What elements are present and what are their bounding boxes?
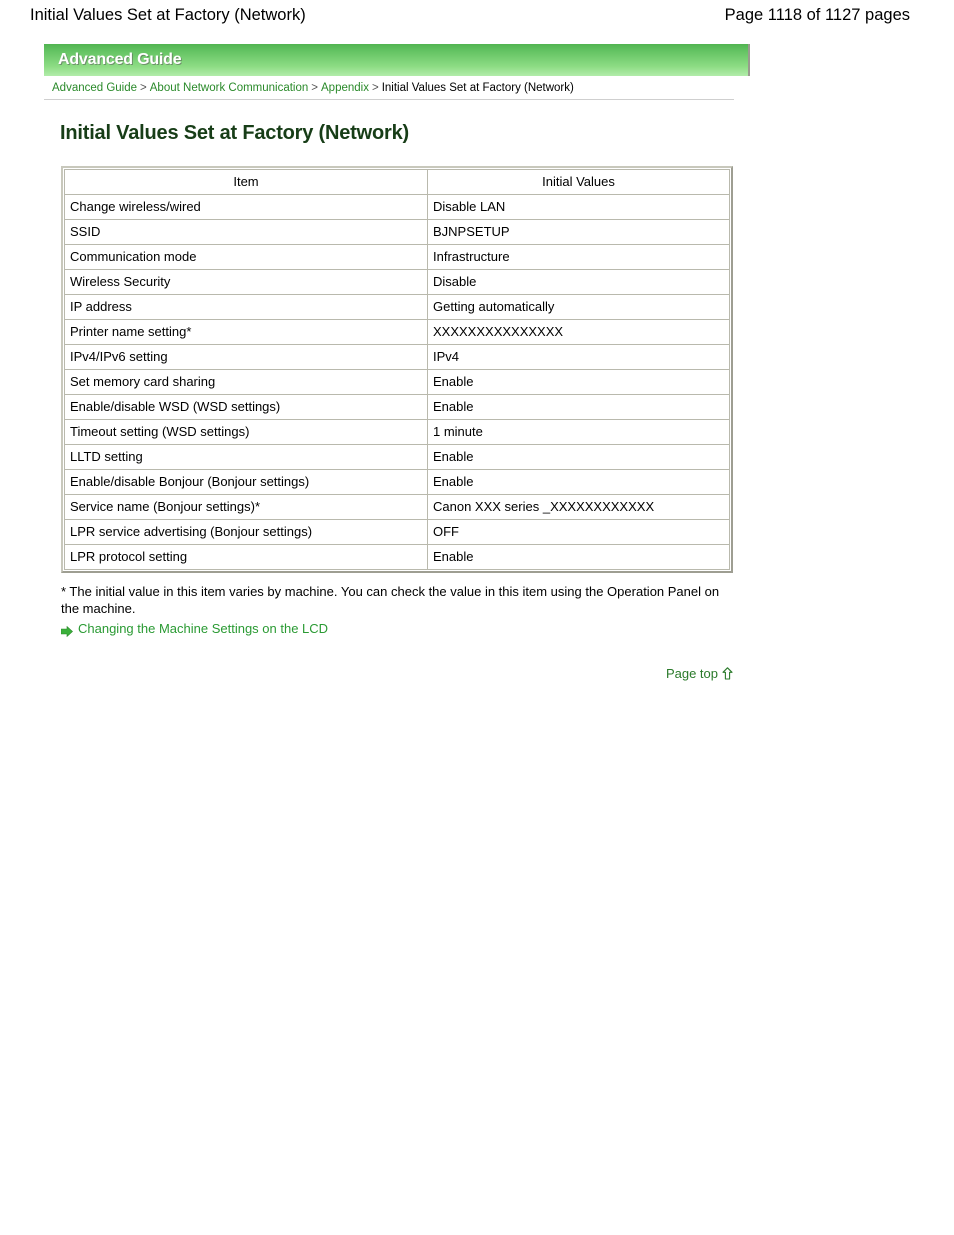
breadcrumb: Advanced Guide > About Network Communicati… [44, 76, 734, 100]
cell-initial-value: Disable [427, 269, 730, 295]
cell-initial-value: Enable [427, 444, 730, 470]
table-row: LLTD setting Enable [64, 444, 730, 470]
breadcrumb-separator: > [311, 82, 318, 94]
breadcrumb-item-current: Initial Values Set at Factory (Network) [381, 82, 574, 94]
cell-item: Service name (Bonjour settings)* [64, 494, 428, 520]
cell-item: SSID [64, 219, 428, 245]
page-top-row[interactable]: Page top [61, 666, 733, 681]
initial-values-table: Item Initial Values Change wireless/wire… [64, 169, 730, 570]
cell-initial-value: OFF [427, 519, 730, 545]
footnote-text: * The initial value in this item varies … [61, 584, 720, 616]
table-row: Wireless Security Disable [64, 269, 730, 295]
cell-initial-value: Canon XXX series _XXXXXXXXXXXX [427, 494, 730, 520]
column-header-item: Item [64, 169, 428, 195]
cell-item: IP address [64, 294, 428, 320]
cell-initial-value: Enable [427, 469, 730, 495]
table-row: Enable/disable WSD (WSD settings) Enable [64, 394, 730, 420]
cell-initial-value: Enable [427, 394, 730, 420]
breadcrumb-item-advanced-guide[interactable]: Advanced Guide [52, 82, 137, 94]
initial-values-table-container: Item Initial Values Change wireless/wire… [61, 166, 733, 573]
cell-initial-value: 1 minute [427, 419, 730, 445]
green-right-arrow-icon [60, 624, 73, 637]
up-arrow-icon [722, 667, 733, 680]
cell-item: Change wireless/wired [64, 194, 428, 220]
cell-item: Enable/disable Bonjour (Bonjour settings… [64, 469, 428, 495]
cell-item: Communication mode [64, 244, 428, 270]
page-number-indicator: Page 1118 of 1127 pages [724, 6, 910, 24]
table-row: Printer name setting* XXXXXXXXXXXXXXX [64, 319, 730, 345]
table-row: Set memory card sharing Enable [64, 369, 730, 395]
table-row: IPv4/IPv6 setting IPv4 [64, 344, 730, 370]
cell-initial-value: Infrastructure [427, 244, 730, 270]
page-title: Initial Values Set at Factory (Network) [60, 122, 409, 144]
cell-initial-value: BJNPSETUP [427, 219, 730, 245]
cell-initial-value: IPv4 [427, 344, 730, 370]
table-row: Service name (Bonjour settings)* Canon XX… [64, 494, 730, 520]
advanced-guide-banner: Advanced Guide [44, 44, 750, 76]
breadcrumb-separator: > [140, 82, 147, 94]
banner-label: Advanced Guide [58, 51, 182, 68]
table-row: Timeout setting (WSD settings) 1 minute [64, 419, 730, 445]
column-header-initial-values: Initial Values [427, 169, 730, 195]
cell-item: LPR service advertising (Bonjour setting… [64, 519, 428, 545]
cell-item: IPv4/IPv6 setting [64, 344, 428, 370]
cell-item: Wireless Security [64, 269, 428, 295]
table-row: IP address Getting automatically [64, 294, 730, 320]
cell-item: Printer name setting* [64, 319, 428, 345]
cell-item: LLTD setting [64, 444, 428, 470]
table-row: LPR protocol setting Enable [64, 544, 730, 570]
breadcrumb-item-appendix[interactable]: Appendix [321, 82, 369, 94]
table-header-row: Item Initial Values [64, 169, 730, 195]
document-title: Initial Values Set at Factory (Network) [30, 6, 306, 24]
running-header: Initial Values Set at Factory (Network) … [0, 0, 954, 25]
table-row: Change wireless/wired Disable LAN [64, 194, 730, 220]
cell-initial-value: Getting automatically [427, 294, 730, 320]
cell-item: Timeout setting (WSD settings) [64, 419, 428, 445]
page-content: Advanced Guide Advanced Guide > About Netw… [44, 44, 750, 681]
table-row: LPR service advertising (Bonjour setting… [64, 519, 730, 545]
table-row: Enable/disable Bonjour (Bonjour settings… [64, 469, 730, 495]
cell-initial-value: XXXXXXXXXXXXXXX [427, 319, 730, 345]
related-link[interactable]: Changing the Machine Settings on the LCD [78, 620, 328, 638]
cell-initial-value: Enable [427, 369, 730, 395]
breadcrumb-item-about-network-communication[interactable]: About Network Communication [150, 82, 309, 94]
page-top-link[interactable]: Page top [666, 666, 718, 681]
cell-item: Set memory card sharing [64, 369, 428, 395]
cell-item: Enable/disable WSD (WSD settings) [64, 394, 428, 420]
cell-initial-value: Disable LAN [427, 194, 730, 220]
cell-initial-value: Enable [427, 544, 730, 570]
table-row: SSID BJNPSETUP [64, 219, 730, 245]
cell-item: LPR protocol setting [64, 544, 428, 570]
breadcrumb-separator: > [371, 82, 379, 94]
related-link-row[interactable]: Changing the Machine Settings on the LCD [60, 620, 750, 638]
table-row: Communication mode Infrastructure [64, 244, 730, 270]
